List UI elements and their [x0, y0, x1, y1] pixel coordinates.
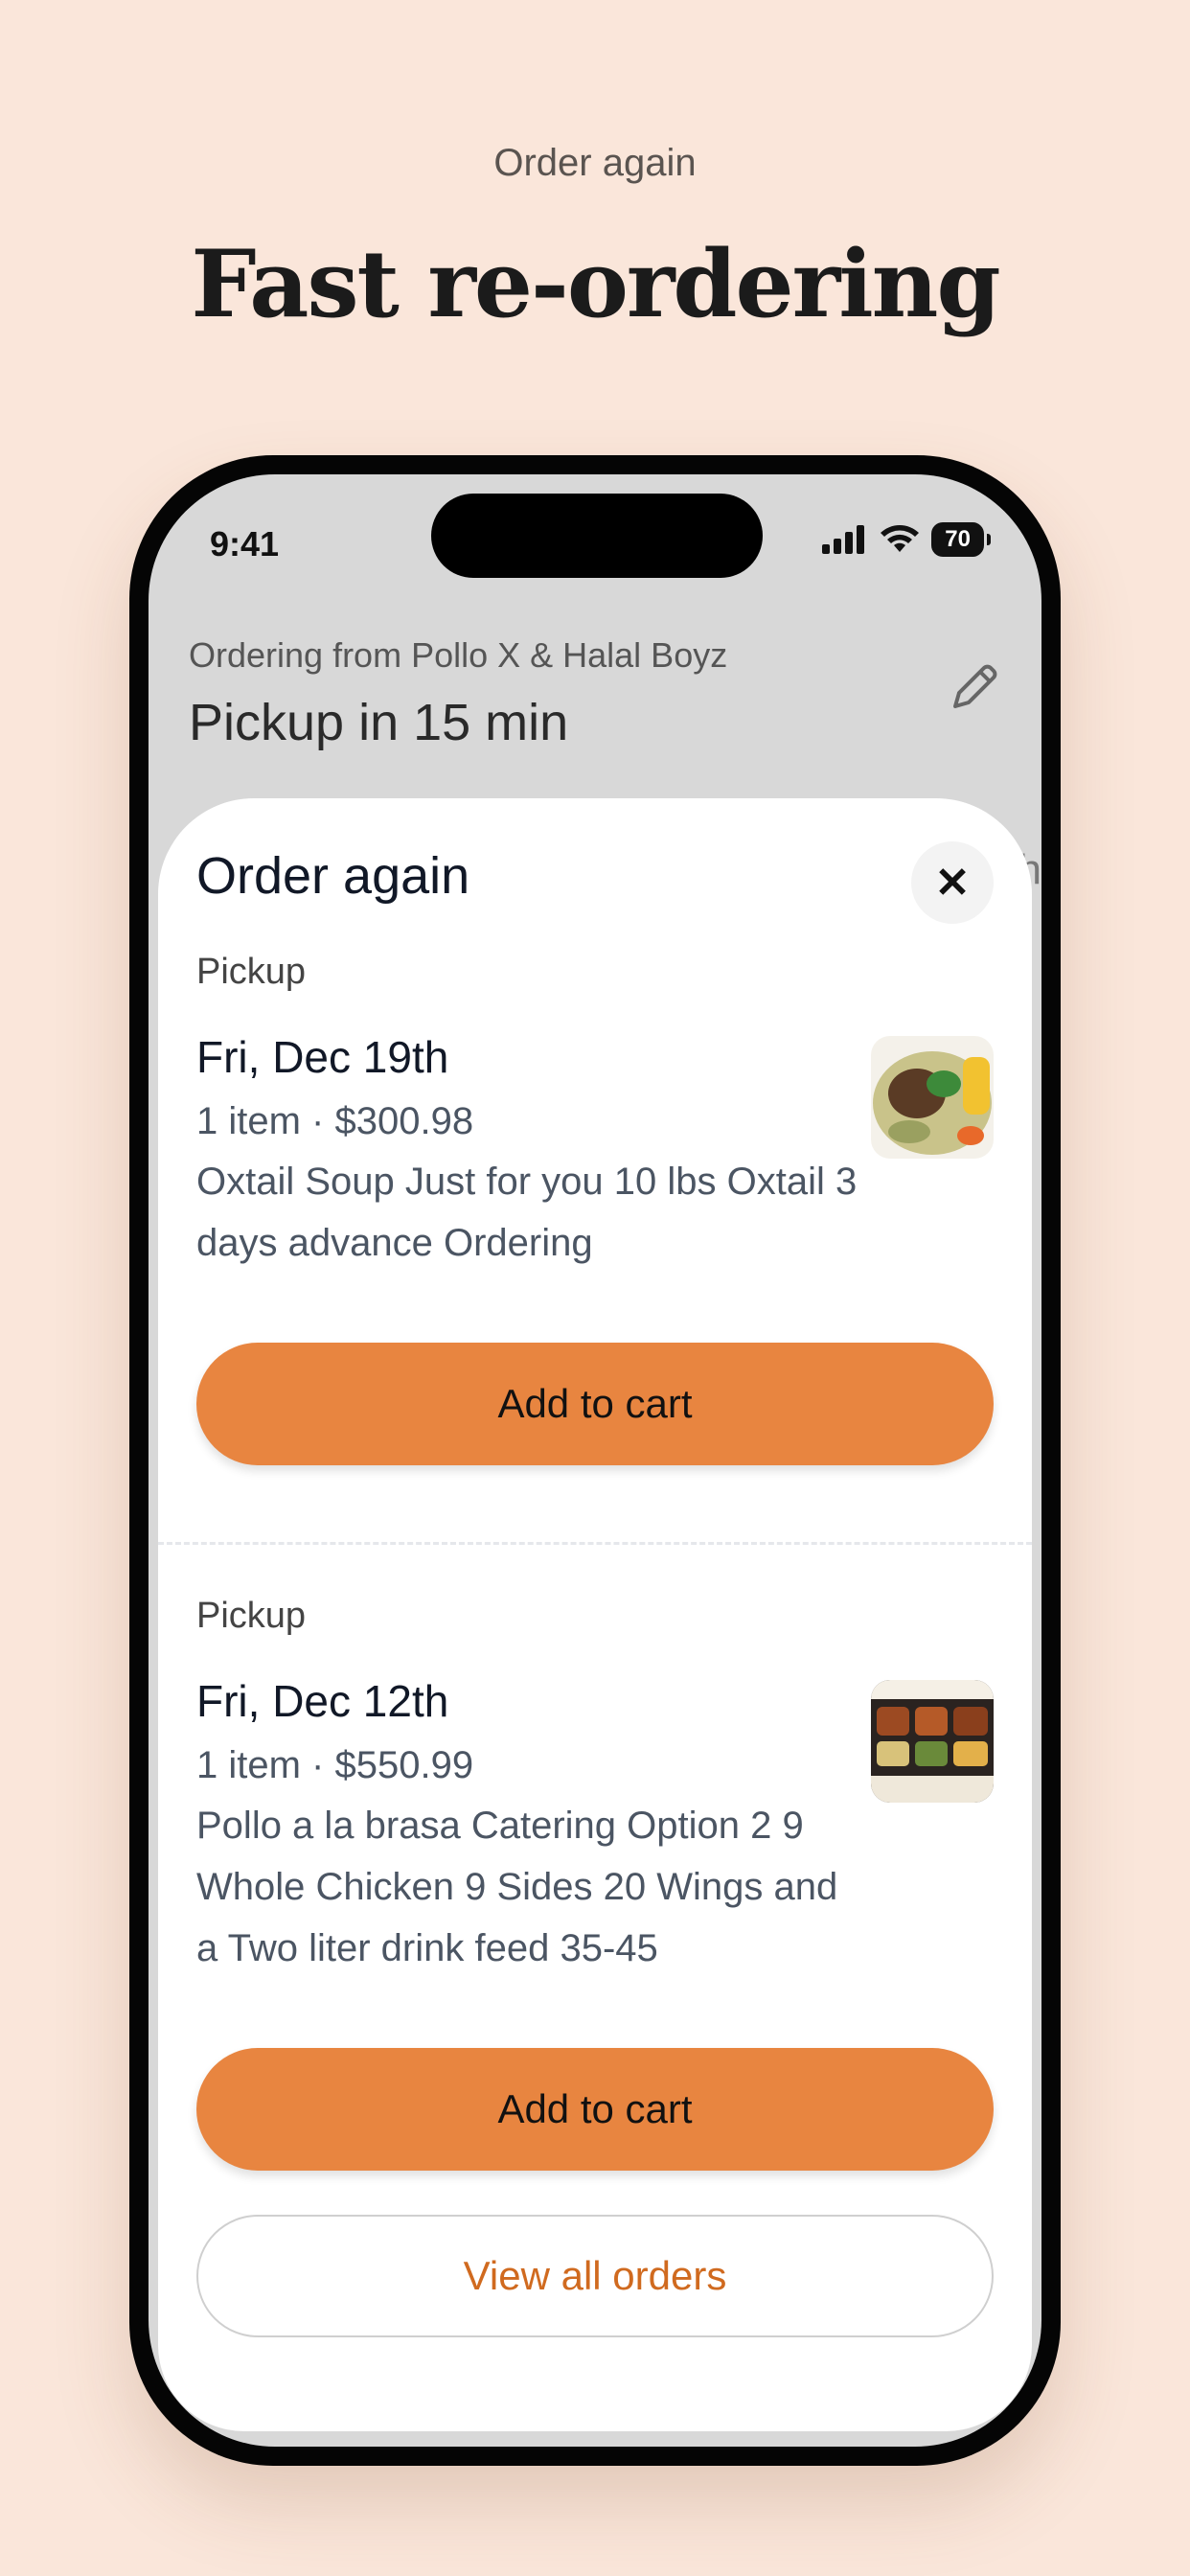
status-icons: 70	[822, 522, 991, 557]
phone-screen: 9:41 70 Ordering from Pollo X & Halal Bo…	[149, 474, 1041, 2447]
order-mode: Pickup	[196, 952, 307, 992]
close-button[interactable]: ✕	[911, 841, 994, 924]
add-to-cart-button[interactable]: Add to cart	[196, 1343, 994, 1465]
wifi-icon	[881, 525, 920, 552]
order-card: Pickup Fri, Dec 19th 1 item · $300.98 Ox…	[196, 952, 994, 1274]
pencil-icon[interactable]	[944, 656, 1005, 718]
ordering-from-label: Ordering from Pollo X & Halal Boyz	[189, 635, 728, 675]
order-again-sheet: Order again ✕ Pickup Fri, Dec 19th 1 ite…	[158, 798, 1032, 2431]
order-thumbnail	[871, 1036, 994, 1159]
order-mode: Pickup	[196, 1596, 307, 1636]
status-time: 9:41	[210, 524, 280, 564]
dynamic-island	[431, 494, 763, 578]
eyebrow-label: Order again	[493, 142, 697, 184]
headline: Fast re-ordering	[191, 230, 1000, 338]
sheet-title: Order again	[196, 847, 470, 905]
divider	[158, 1542, 1032, 1545]
battery-icon: 70	[931, 522, 991, 557]
order-card: Pickup Fri, Dec 12th 1 item · $550.99 Po…	[196, 1596, 994, 1979]
order-thumbnail	[871, 1680, 994, 1803]
pickup-time[interactable]: Pickup in 15 min	[189, 693, 568, 752]
order-description: Pollo a la brasa Catering Option 2 9 Who…	[196, 1805, 838, 1969]
view-all-orders-button[interactable]: View all orders	[196, 2215, 994, 2337]
add-to-cart-button[interactable]: Add to cart	[196, 2048, 994, 2171]
signal-icon	[822, 525, 865, 554]
order-description: Oxtail Soup Just for you 10 lbs Oxtail 3…	[196, 1161, 858, 1264]
phone-frame: 9:41 70 Ordering from Pollo X & Halal Bo…	[129, 455, 1061, 2466]
close-icon: ✕	[934, 859, 971, 907]
